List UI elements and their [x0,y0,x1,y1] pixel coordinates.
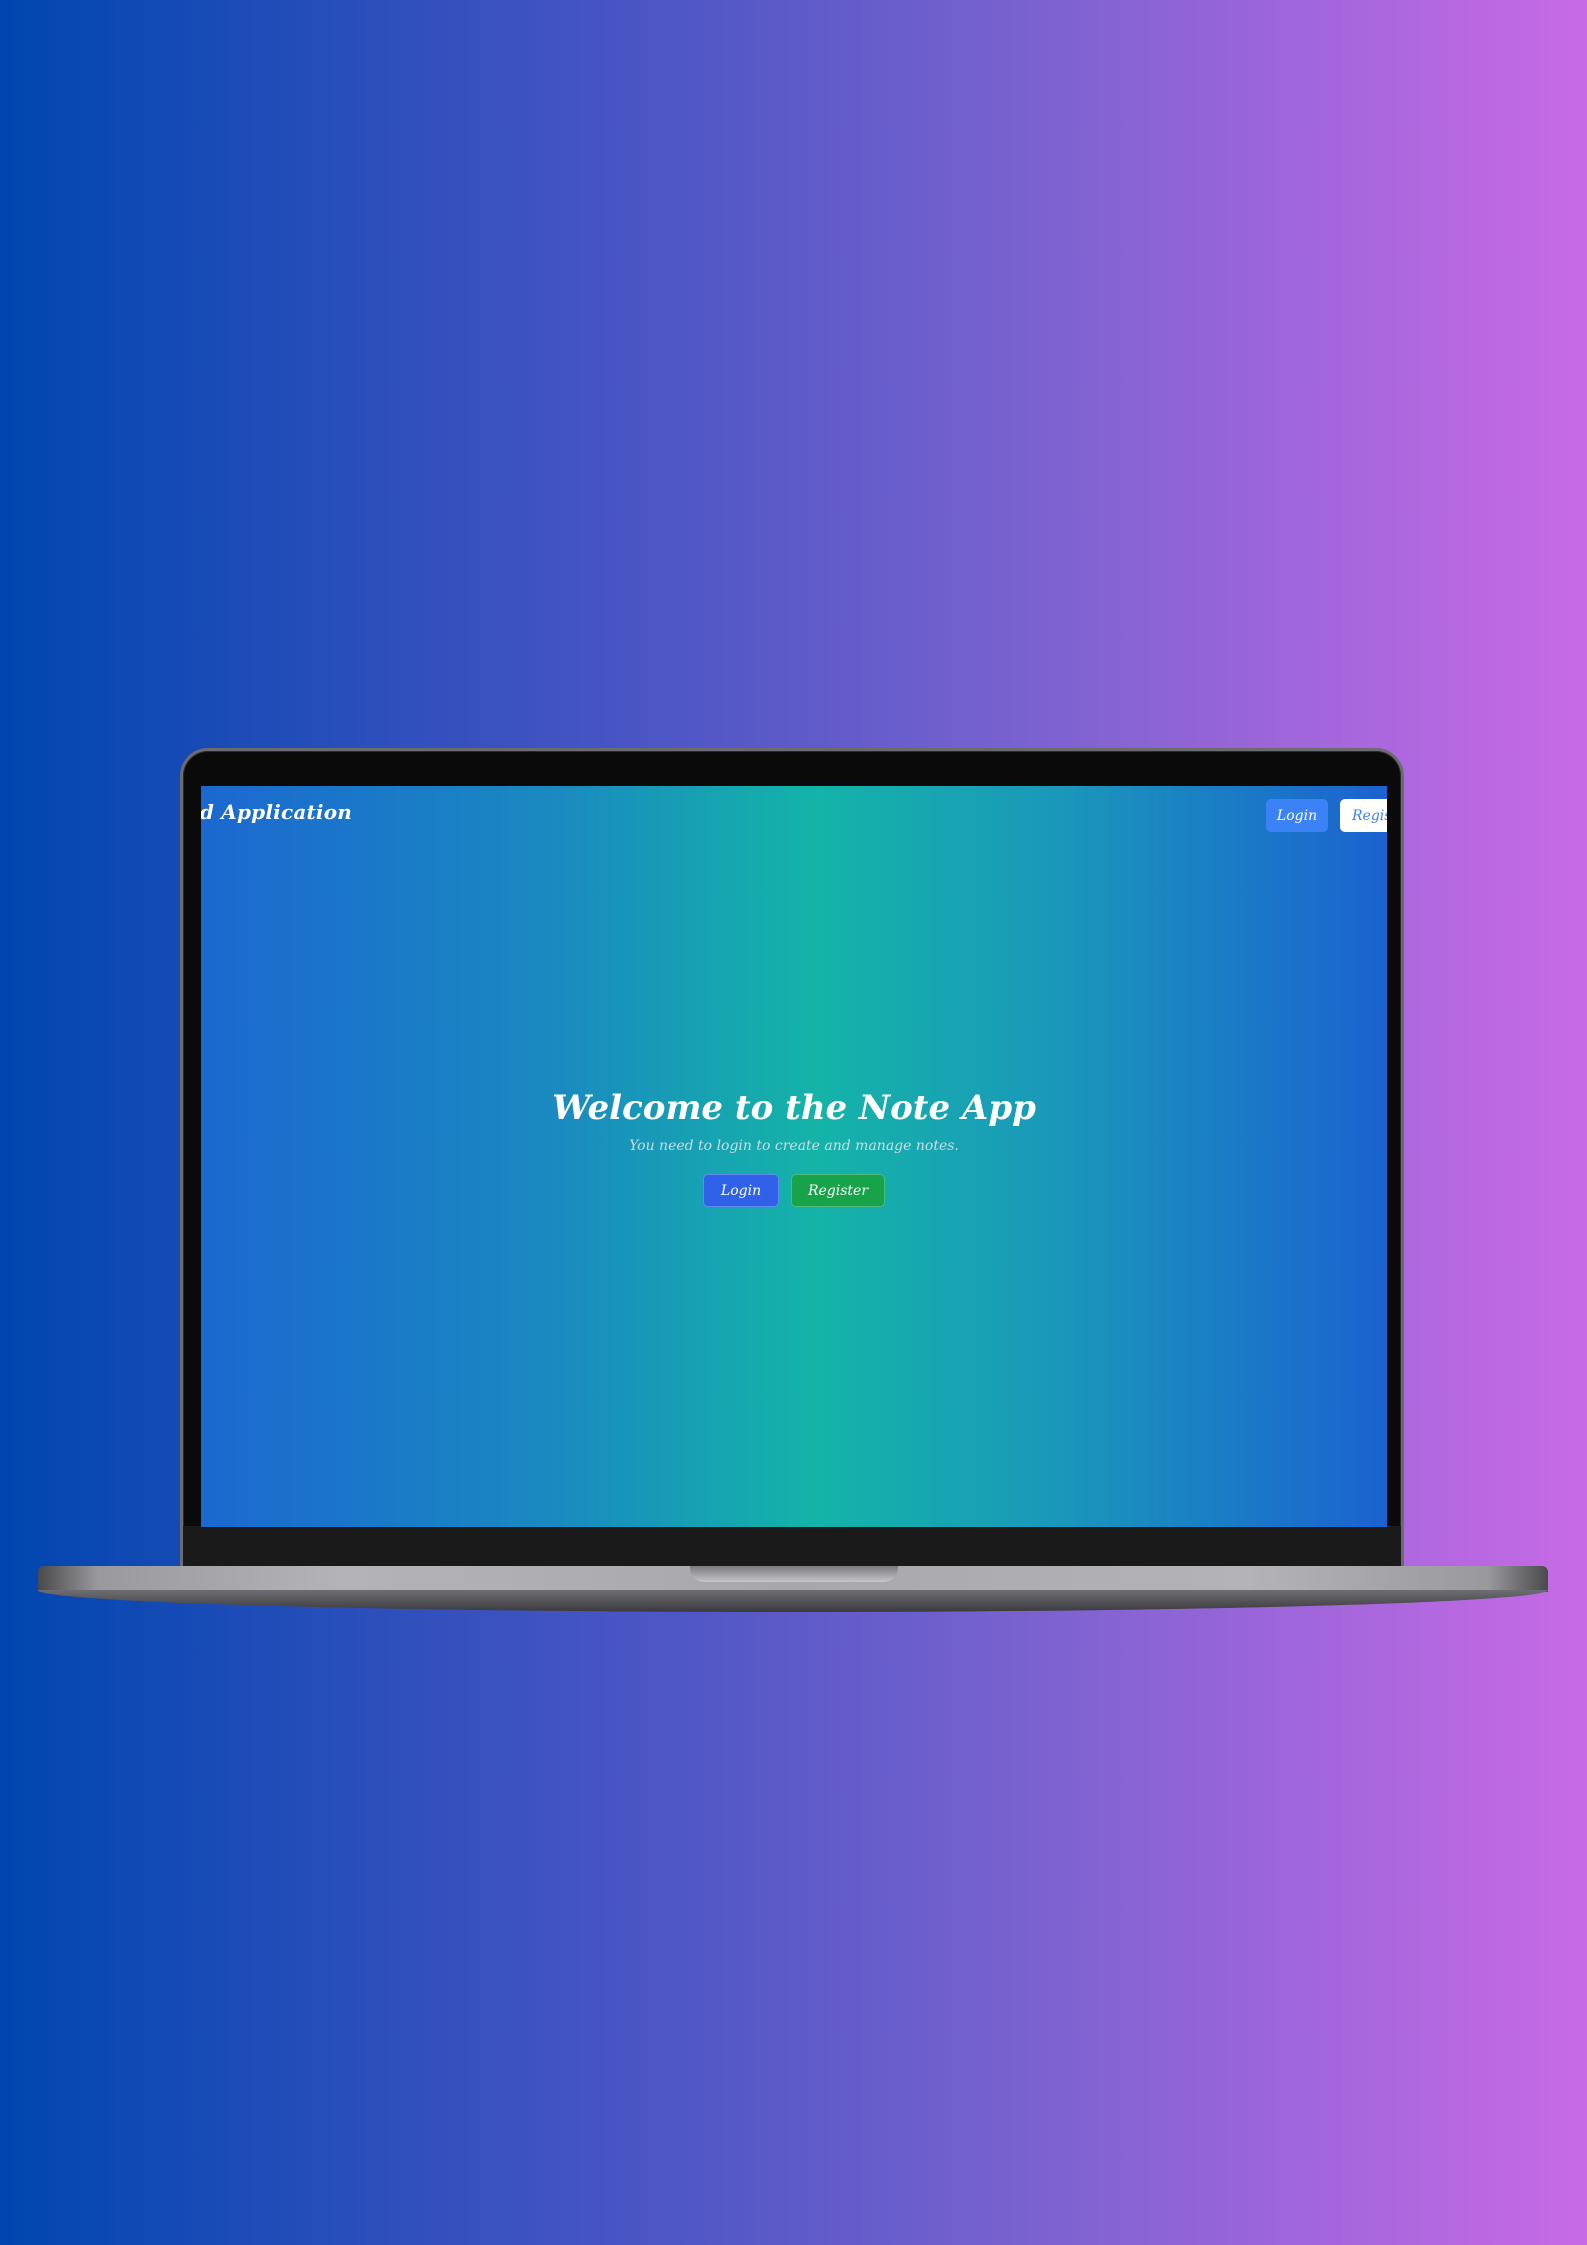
hero-title: Welcome to the Note App [552,1088,1036,1128]
hero-register-button[interactable]: Register [791,1174,885,1207]
laptop-bezel-bottom [183,1526,1401,1568]
nav-register-button[interactable]: Regis [1340,799,1387,832]
hero-buttons: Login Register [201,1174,1387,1207]
laptop-screen: ed Application Login Regis Welcome to th… [201,786,1387,1527]
app-brand[interactable]: ed Application [201,800,352,824]
hero-subtitle: You need to login to create and manage n… [629,1138,959,1154]
laptop-notch [690,1566,898,1582]
laptop-base-bottom [38,1590,1548,1612]
hero-section: Welcome to the Note App You need to logi… [201,1086,1387,1207]
nav-login-button[interactable]: Login [1266,799,1328,832]
hero-login-button[interactable]: Login [703,1174,779,1207]
